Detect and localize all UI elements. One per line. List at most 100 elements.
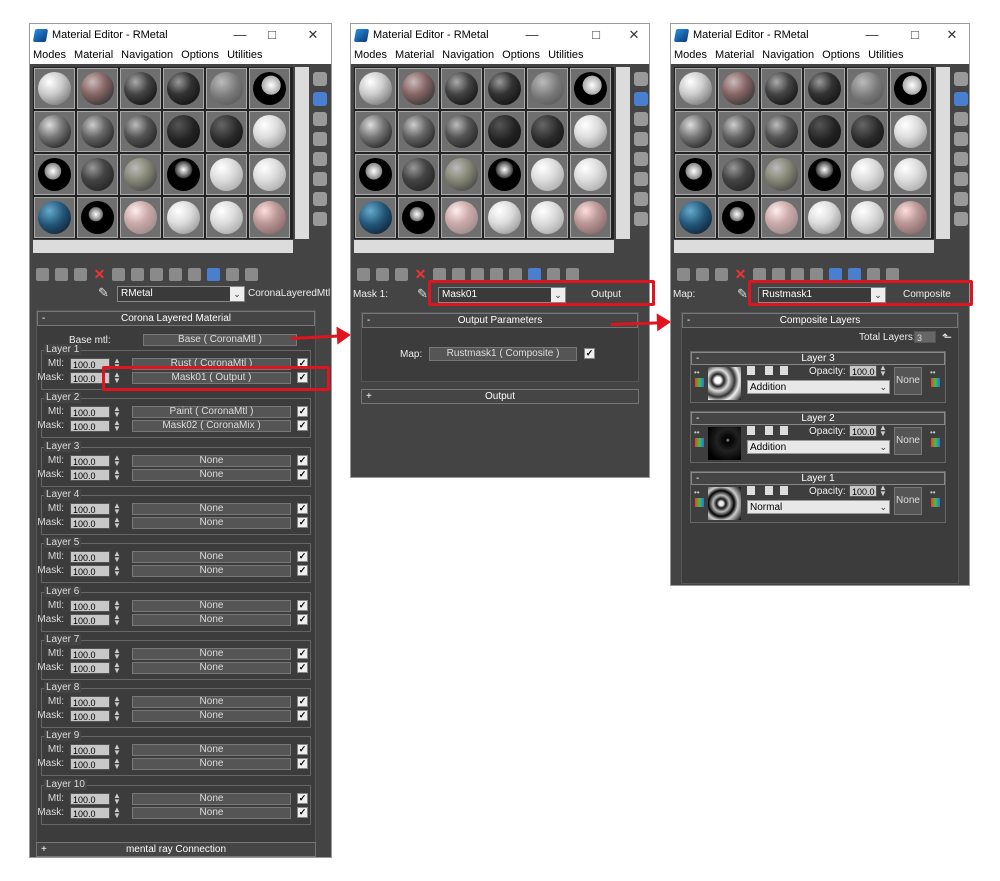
options-icon[interactable] bbox=[313, 192, 327, 206]
sample-slot[interactable] bbox=[675, 111, 716, 152]
sample-slot[interactable] bbox=[675, 154, 716, 195]
sample-slot[interactable] bbox=[34, 197, 75, 238]
show-map-icon[interactable] bbox=[509, 267, 522, 281]
put-to-library-icon[interactable] bbox=[791, 267, 804, 281]
sample-slot[interactable] bbox=[804, 154, 845, 195]
menu-material[interactable]: Material bbox=[715, 49, 754, 61]
mtl-enable-checkbox[interactable]: ✓ bbox=[297, 696, 308, 708]
map-button[interactable]: Rustmask1 ( Composite ) bbox=[429, 347, 577, 361]
color-correct-icon[interactable] bbox=[695, 438, 704, 447]
mask-map-button[interactable]: None bbox=[894, 487, 922, 515]
sample-slot[interactable] bbox=[804, 68, 845, 109]
mask-enable-checkbox[interactable]: ✓ bbox=[297, 565, 308, 577]
background-icon[interactable] bbox=[954, 112, 968, 126]
map-enable-checkbox[interactable]: ✓ bbox=[584, 348, 595, 359]
blend-mode-dropdown[interactable]: Addition ⌄ bbox=[747, 440, 890, 454]
mtl-amount-field[interactable]: 100.0 bbox=[70, 551, 110, 564]
maximize-button[interactable]: □ bbox=[257, 24, 287, 46]
go-to-parent-icon[interactable] bbox=[867, 267, 880, 281]
sample-slot[interactable] bbox=[761, 68, 802, 109]
menu-options[interactable]: Options bbox=[181, 49, 219, 61]
sample-slot[interactable] bbox=[34, 68, 75, 109]
mtl-enable-checkbox[interactable]: ✓ bbox=[297, 406, 308, 418]
sample-slot[interactable] bbox=[77, 154, 118, 195]
go-to-parent-icon[interactable] bbox=[547, 267, 560, 281]
add-layer-icon[interactable]: ⬑ bbox=[942, 330, 952, 344]
spinner-icon[interactable]: ▲ ▼ bbox=[112, 501, 122, 515]
sample-slot[interactable] bbox=[34, 154, 75, 195]
sample-slot[interactable] bbox=[441, 197, 482, 238]
color-check-icon[interactable] bbox=[634, 152, 648, 166]
sample-slot[interactable] bbox=[206, 154, 247, 195]
spinner-icon[interactable]: ▲ ▼ bbox=[112, 660, 122, 674]
mtl-enable-checkbox[interactable]: ✓ bbox=[297, 502, 308, 514]
mask-slot-button[interactable]: None bbox=[132, 468, 291, 481]
sample-slot[interactable] bbox=[34, 111, 75, 152]
opacity-field[interactable]: 100.0 bbox=[849, 425, 877, 437]
mask-color-correct-icon[interactable] bbox=[931, 378, 940, 387]
mtl-slot-button[interactable]: None bbox=[132, 647, 291, 660]
sample-slot[interactable] bbox=[890, 197, 931, 238]
sample-slot[interactable] bbox=[441, 111, 482, 152]
eyedropper-icon[interactable]: ✎ bbox=[417, 286, 428, 302]
sample-slot[interactable] bbox=[527, 154, 568, 195]
show-end-result-icon[interactable] bbox=[528, 267, 541, 281]
menu-options[interactable]: Options bbox=[502, 49, 540, 61]
output-header[interactable]: + Output bbox=[361, 389, 639, 404]
sample-slot[interactable] bbox=[206, 111, 247, 152]
sample-slot[interactable] bbox=[890, 154, 931, 195]
sample-slot[interactable] bbox=[890, 68, 931, 109]
mask-enable-checkbox[interactable]: ✓ bbox=[297, 420, 308, 432]
spinner-icon[interactable]: ▲ ▼ bbox=[112, 757, 122, 771]
spinner-icon[interactable]: ▲ ▼ bbox=[112, 646, 122, 660]
mask-slot-button[interactable]: None bbox=[132, 758, 291, 771]
maximize-button[interactable]: □ bbox=[900, 24, 930, 46]
sample-slot[interactable] bbox=[847, 154, 888, 195]
go-forward-icon[interactable] bbox=[566, 267, 579, 281]
layer-map-thumbnail[interactable] bbox=[708, 487, 741, 520]
sample-slot[interactable] bbox=[761, 111, 802, 152]
sample-slot[interactable] bbox=[441, 154, 482, 195]
rollout-header[interactable]: - Composite Layers bbox=[682, 313, 958, 328]
sample-slot[interactable] bbox=[163, 111, 204, 152]
uv-tiling-icon[interactable] bbox=[313, 132, 327, 146]
sample-slot[interactable] bbox=[120, 111, 161, 152]
sample-slot[interactable] bbox=[249, 197, 290, 238]
horizontal-scrollbar[interactable] bbox=[674, 240, 934, 253]
spinner-icon[interactable]: ▲ ▼ bbox=[112, 453, 122, 467]
minimize-button[interactable]: — bbox=[517, 24, 547, 46]
material-type-button[interactable]: CoronaLayeredMtl bbox=[248, 288, 330, 299]
sample-slot[interactable] bbox=[527, 111, 568, 152]
mask-map-button[interactable]: None bbox=[894, 427, 922, 455]
chevron-down-icon[interactable]: ⌄ bbox=[230, 287, 244, 301]
sample-slot[interactable] bbox=[804, 197, 845, 238]
sample-slot[interactable] bbox=[804, 111, 845, 152]
spinner-icon[interactable]: ▲ ▼ bbox=[112, 515, 122, 529]
eyedropper-icon[interactable]: ✎ bbox=[98, 285, 109, 301]
mask-amount-field[interactable]: 100.0 bbox=[70, 565, 110, 578]
background-icon[interactable] bbox=[313, 112, 327, 126]
sample-slot[interactable] bbox=[77, 68, 118, 109]
mask-slot-button[interactable]: None bbox=[132, 710, 291, 723]
get-material-icon[interactable] bbox=[677, 267, 690, 281]
sample-slot[interactable] bbox=[398, 68, 439, 109]
sample-slot[interactable] bbox=[527, 197, 568, 238]
options-icon[interactable] bbox=[954, 192, 968, 206]
mtl-enable-checkbox[interactable]: ✓ bbox=[297, 454, 308, 466]
sample-slot[interactable] bbox=[355, 197, 396, 238]
mask-enable-checkbox[interactable]: ✓ bbox=[297, 806, 308, 818]
duplicate-icon[interactable] bbox=[780, 486, 788, 495]
menu-utilities[interactable]: Utilities bbox=[548, 49, 583, 61]
video-color-icon[interactable] bbox=[313, 172, 327, 186]
material-id-icon[interactable] bbox=[490, 267, 503, 281]
get-material-icon[interactable] bbox=[357, 267, 370, 281]
make-unique-icon[interactable] bbox=[131, 267, 144, 281]
sample-slot[interactable] bbox=[718, 111, 759, 152]
rollout-header[interactable]: - Corona Layered Material bbox=[37, 311, 315, 326]
material-id-icon[interactable] bbox=[810, 267, 823, 281]
menu-modes[interactable]: Modes bbox=[33, 49, 66, 61]
sample-slot[interactable] bbox=[570, 197, 611, 238]
sample-slot[interactable] bbox=[718, 197, 759, 238]
color-correct-icon[interactable] bbox=[695, 498, 704, 507]
backlight-icon[interactable] bbox=[954, 92, 968, 106]
